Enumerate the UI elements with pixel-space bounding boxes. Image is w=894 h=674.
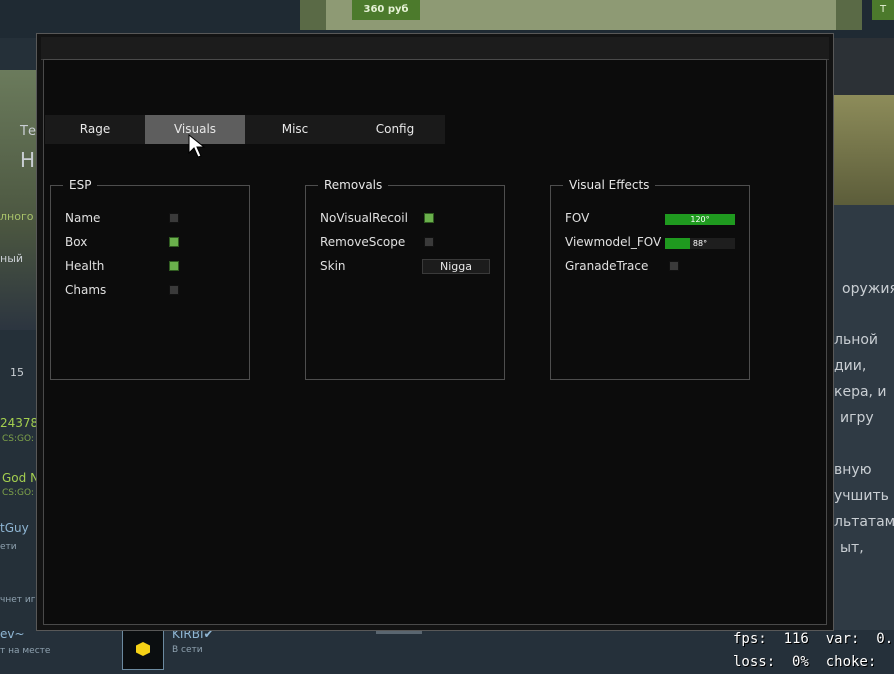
fov-slider[interactable]: 120°: [665, 214, 735, 225]
bg-right-text: учшить: [834, 488, 889, 504]
health-checkbox[interactable]: [169, 261, 179, 271]
bg-right-text: ыт,: [840, 540, 864, 556]
option-label: Name: [65, 211, 101, 225]
background-left-image: [0, 70, 40, 330]
bg-left-text: Н: [20, 148, 36, 172]
bg-left-text: лного: [0, 210, 34, 223]
bg-right-text: кера, и: [834, 384, 887, 400]
option-label: Health: [65, 259, 105, 273]
slider-value: 88°: [692, 239, 708, 248]
slider-value: 120°: [690, 215, 710, 224]
background-right-image: [832, 95, 894, 205]
bg-left-text[interactable]: ev~: [0, 627, 25, 641]
option-label: Skin: [320, 259, 346, 273]
menu-title-bar[interactable]: [41, 37, 829, 60]
group-title: ESP: [63, 178, 98, 192]
net-graph-fps: fps: 116 var: 0.5 m: [733, 631, 894, 647]
bg-right-text: игру: [840, 410, 874, 426]
option-label: GranadeTrace: [565, 259, 649, 273]
friend-name[interactable]: tGuy: [0, 521, 29, 535]
tab-rage[interactable]: Rage: [45, 115, 145, 144]
bg-left-text: Те: [20, 124, 36, 139]
bg-left-text: 15: [10, 366, 24, 379]
bottom-user-status: В сети: [172, 645, 203, 655]
price-tag[interactable]: 360 руб: [352, 0, 420, 20]
box-checkbox[interactable]: [169, 237, 179, 247]
friend-status: CS:GO:: [2, 434, 34, 444]
cheat-menu-window[interactable]: Rage Visuals Misc Config ESP Name Box He…: [36, 33, 834, 631]
bg-right-text: дии,: [834, 358, 867, 374]
group-removals: Removals NoVisualRecoil RemoveScope Skin…: [305, 178, 505, 380]
skin-dropdown[interactable]: Nigga: [422, 259, 490, 274]
chams-checkbox[interactable]: [169, 285, 179, 295]
mouse-cursor-icon: [188, 134, 206, 158]
group-esp: ESP Name Box Health Chams: [50, 178, 250, 380]
group-title: Visual Effects: [563, 178, 656, 192]
option-label: NoVisualRecoil: [320, 211, 408, 225]
option-label: RemoveScope: [320, 235, 406, 249]
option-label: Box: [65, 235, 88, 249]
group-visual-effects: Visual Effects FOV 120° Viewmodel_FOV 88…: [550, 178, 750, 380]
hexagon-icon: [136, 642, 150, 656]
bg-right-text: льной: [834, 332, 879, 348]
bg-left-text: т на месте: [0, 646, 51, 656]
removescope-checkbox[interactable]: [424, 237, 434, 247]
granadetrace-checkbox[interactable]: [669, 261, 679, 271]
friend-status: ети: [0, 542, 17, 552]
tab-config[interactable]: Config: [345, 115, 445, 144]
price-tag-right[interactable]: Т: [872, 0, 894, 20]
bg-right-text: льтатам: [834, 514, 894, 530]
option-label: Viewmodel_FOV: [565, 235, 662, 249]
menu-content-area: Rage Visuals Misc Config ESP Name Box He…: [43, 59, 827, 625]
net-graph-loss: loss: 0% choke: 0%: [733, 654, 894, 670]
novisualrecoil-checkbox[interactable]: [424, 213, 434, 223]
bg-left-text: ный: [0, 252, 24, 265]
tab-misc[interactable]: Misc: [245, 115, 345, 144]
friend-name[interactable]: God N: [2, 471, 39, 485]
friend-status: CS:GO:: [2, 488, 34, 498]
tab-bar: Rage Visuals Misc Config: [45, 115, 445, 144]
bg-right-text: оружия: [842, 281, 894, 297]
option-label: Chams: [65, 283, 107, 297]
group-title: Removals: [318, 178, 389, 192]
bg-right-text: вную: [834, 462, 872, 478]
name-checkbox[interactable]: [169, 213, 179, 223]
viewmodel-fov-slider[interactable]: 88°: [665, 238, 735, 249]
option-label: FOV: [565, 211, 590, 225]
avatar[interactable]: [122, 628, 164, 670]
